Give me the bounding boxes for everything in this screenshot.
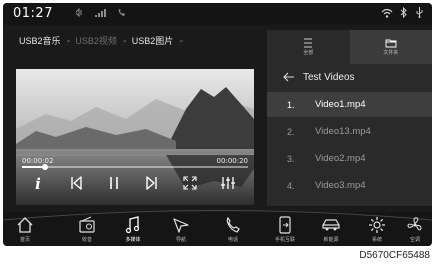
dock-label: 首页 <box>19 237 30 243</box>
next-icon[interactable] <box>142 173 162 193</box>
dock-navigation[interactable]: 导航 <box>161 213 201 245</box>
bluetooth-icon <box>400 6 408 21</box>
previous-icon[interactable] <box>66 173 86 193</box>
item-name: Video13.mp4 <box>315 126 371 137</box>
list-item[interactable]: 2. Video13.mp4 <box>267 119 432 144</box>
tab-usb2-video[interactable]: USB2视频 ⌄ <box>75 34 127 47</box>
playback-controls: i <box>16 171 254 195</box>
dock-label: 导航 <box>175 237 186 243</box>
svg-text:i: i <box>35 175 41 193</box>
item-number: 4. <box>287 180 295 191</box>
item-name: Video2.mp4 <box>315 153 366 164</box>
dock-label: 新能源 <box>323 237 339 243</box>
infotainment-screen: 01:27 USB2音乐 ⌄ USB2视频 ⌄ USB2图片 ⌄ 00:00:0… <box>3 3 432 246</box>
chevron-down-icon: ⌄ <box>65 37 72 44</box>
folder-view-button[interactable]: 文件夹 <box>349 30 432 64</box>
dock-label: 手机互联 <box>274 237 295 243</box>
phone-icon <box>226 216 240 233</box>
pause-icon[interactable] <box>104 173 124 193</box>
phone-link-icon <box>279 216 291 234</box>
home-icon <box>17 217 33 233</box>
folder-header[interactable]: Test Videos <box>267 66 432 88</box>
bluetooth-signal-icon <box>75 7 87 19</box>
dock-label: 空调 <box>409 237 420 243</box>
info-icon[interactable]: i <box>28 173 48 193</box>
radio-icon <box>79 216 95 233</box>
tab-label: USB2视频 <box>75 35 117 46</box>
dock-radio[interactable]: 收音 <box>67 213 107 245</box>
call-icon <box>117 8 127 19</box>
tab-label: USB2音乐 <box>19 35 61 46</box>
fan-icon <box>407 217 422 231</box>
view-all-label: 全部 <box>303 50 314 56</box>
car-icon <box>322 219 340 231</box>
status-bar: 01:27 <box>3 3 432 25</box>
status-left-icons <box>75 7 127 19</box>
figure-code: D5670CF65488 <box>359 250 430 261</box>
usb-icon <box>415 7 424 21</box>
cellular-signal-icon <box>95 8 109 19</box>
folder-icon <box>385 39 397 48</box>
playlist-panel: 全部 文件夹 Test Videos 1. Video1.mp4 2. Vide… <box>267 30 432 206</box>
current-time: 00:00:02 <box>22 157 54 165</box>
dock-label: 收音 <box>81 237 92 243</box>
chevron-down-icon: ⌄ <box>178 37 185 44</box>
chevron-down-icon: ⌄ <box>121 37 128 44</box>
source-tabs: USB2音乐 ⌄ USB2视频 ⌄ USB2图片 ⌄ <box>3 27 281 53</box>
wifi-icon <box>381 8 393 21</box>
dock-settings[interactable]: 系统 <box>357 213 397 245</box>
dock-home[interactable]: 首页 <box>5 213 45 245</box>
music-note-icon <box>125 216 140 234</box>
dock-label: 多媒体 <box>125 237 141 243</box>
tab-label: USB2图片 <box>131 35 174 46</box>
dock-air-conditioning[interactable]: 空调 <box>395 213 432 245</box>
item-number: 3. <box>287 153 295 164</box>
item-name: Video1.mp4 <box>315 99 366 110</box>
back-arrow-icon[interactable] <box>283 72 295 82</box>
clock: 01:27 <box>13 6 53 21</box>
dock-label: 系统 <box>371 237 382 243</box>
list-item[interactable]: 4. Video3.mp4 <box>267 173 432 198</box>
list-item[interactable]: 3. Video2.mp4 <box>267 146 432 171</box>
dock-label: 电话 <box>227 237 238 243</box>
folder-view-label: 文件夹 <box>383 50 399 56</box>
total-time: 00:00:20 <box>216 157 248 165</box>
fullscreen-icon[interactable] <box>180 173 200 193</box>
tab-usb2-picture[interactable]: USB2图片 ⌄ <box>132 34 184 47</box>
dock-multimedia[interactable]: 多媒体 <box>113 213 153 245</box>
item-number: 2. <box>287 126 295 137</box>
seek-bar[interactable] <box>22 164 248 170</box>
seek-handle[interactable] <box>41 164 48 170</box>
list-item[interactable]: 1. Video1.mp4 <box>267 92 432 117</box>
tab-usb2-music[interactable]: USB2音乐 ⌄ <box>19 34 71 47</box>
list-icon <box>304 38 313 48</box>
equalizer-icon[interactable] <box>218 173 238 193</box>
navigation-icon <box>173 218 189 233</box>
dock-phone-link[interactable]: 手机互联 <box>265 213 305 245</box>
folder-name: Test Videos <box>303 71 355 83</box>
dock-phone[interactable]: 电话 <box>213 213 253 245</box>
settings-icon <box>369 217 385 233</box>
view-mode-switch: 全部 文件夹 <box>267 30 432 64</box>
status-right-icons <box>381 6 424 21</box>
item-name: Video3.mp4 <box>315 180 366 191</box>
item-number: 1. <box>287 99 295 110</box>
video-player[interactable]: 00:00:02 00:00:20 i <box>16 69 254 205</box>
dock-new-energy[interactable]: 新能源 <box>311 213 351 245</box>
view-all-button[interactable]: 全部 <box>267 30 350 64</box>
